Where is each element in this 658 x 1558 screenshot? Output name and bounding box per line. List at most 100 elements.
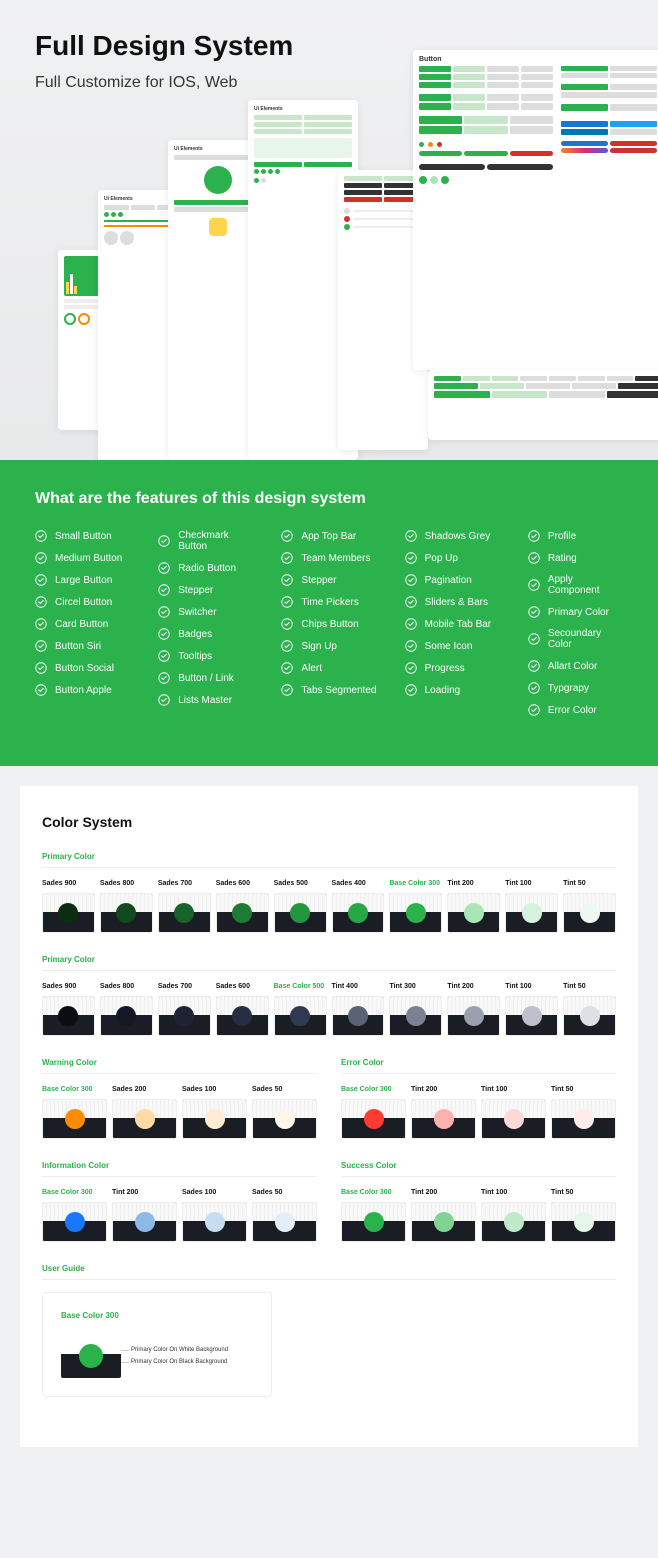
check-icon — [35, 596, 47, 608]
swatch-box — [252, 1202, 317, 1242]
swatch-box — [100, 996, 153, 1036]
feature-item: Card Button — [35, 618, 130, 630]
swatch-box — [158, 996, 211, 1036]
feature-label: Checkmark Button — [178, 530, 253, 552]
color-swatch: Tint 50 — [551, 1189, 616, 1242]
check-icon — [281, 618, 293, 630]
color-swatch: Sades 200 — [112, 1086, 177, 1139]
swatch-box — [341, 1099, 406, 1139]
check-icon — [158, 584, 170, 596]
check-icon — [158, 535, 170, 547]
feature-label: Loading — [425, 685, 461, 696]
section-label: User Guide — [42, 1264, 616, 1280]
swatch-label: Sades 800 — [100, 983, 153, 990]
color-swatch: Sades 50 — [252, 1189, 317, 1242]
swatch-box — [481, 1099, 546, 1139]
swatch-box — [481, 1202, 546, 1242]
check-icon — [405, 662, 417, 674]
check-icon — [528, 579, 540, 591]
swatch-box — [341, 1202, 406, 1242]
check-icon — [158, 606, 170, 618]
check-icon — [281, 684, 293, 696]
color-swatch: Tint 200 — [112, 1189, 177, 1242]
color-swatch: Tint 100 — [505, 880, 558, 933]
feature-item: Typgrapy — [528, 682, 623, 694]
feature-label: Card Button — [55, 619, 108, 630]
feature-item: Team Members — [281, 552, 376, 564]
color-swatch: Tint 50 — [563, 983, 616, 1036]
feature-label: Circel Button — [55, 597, 112, 608]
color-swatch: Sades 900 — [42, 983, 95, 1036]
mock-title: Ui Elements — [254, 106, 352, 112]
check-icon — [528, 530, 540, 542]
swatch-label: Sades 100 — [182, 1086, 247, 1093]
color-swatch: Tint 50 — [563, 880, 616, 933]
swatch-box — [332, 996, 385, 1036]
check-icon — [281, 552, 293, 564]
feature-item: Stepper — [158, 584, 253, 596]
feature-item: Button / Link — [158, 672, 253, 684]
swatch-label: Tint 50 — [551, 1086, 616, 1093]
swatch-label: Tint 50 — [563, 983, 616, 990]
color-swatch: Tint 200 — [447, 880, 500, 933]
feature-label: Pop Up — [425, 553, 458, 564]
section-label: Information Color — [42, 1161, 317, 1177]
swatch-label: Sades 700 — [158, 983, 211, 990]
feature-label: Pagination — [425, 575, 472, 586]
feature-item: Lists Master — [158, 694, 253, 706]
color-swatch: Base Color 300 — [341, 1086, 406, 1139]
feature-label: Some Icon — [425, 641, 473, 652]
color-swatch: Base Color 500 — [274, 983, 327, 1036]
swatch-box — [563, 893, 616, 933]
check-icon — [35, 684, 47, 696]
feature-item: Button Social — [35, 662, 130, 674]
feature-label: Allart Color — [548, 661, 597, 672]
feature-label: Rating — [548, 553, 577, 564]
section-label: Error Color — [341, 1058, 616, 1074]
color-swatch: Tint 400 — [332, 983, 385, 1036]
swatch-box — [551, 1099, 616, 1139]
feature-item: Circel Button — [35, 596, 130, 608]
feature-item: Tabs Segmented — [281, 684, 376, 696]
swatch-label: Sades 800 — [100, 880, 153, 887]
color-swatch: Tint 50 — [551, 1086, 616, 1139]
swatch-box — [563, 996, 616, 1036]
swatch-label: Tint 200 — [112, 1189, 177, 1196]
check-icon — [405, 574, 417, 586]
swatch-label: Tint 100 — [505, 983, 558, 990]
feature-item: Badges — [158, 628, 253, 640]
section-label: Success Color — [341, 1161, 616, 1177]
check-icon — [281, 640, 293, 652]
color-swatch: Base Color 300 — [389, 880, 442, 933]
feature-item: Stepper — [281, 574, 376, 586]
swatch-label: Sades 900 — [42, 880, 95, 887]
feature-label: Alert — [301, 663, 322, 674]
swatch-label: Tint 300 — [389, 983, 442, 990]
swatch-box — [411, 1202, 476, 1242]
swatch-label: Sades 500 — [274, 880, 327, 887]
error-color-section: Error Color Base Color 300Tint 200Tint 1… — [341, 1058, 616, 1139]
feature-item: Progress — [405, 662, 500, 674]
feature-label: Time Pickers — [301, 597, 358, 608]
warning-color-section: Warning Color Base Color 300Sades 200Sad… — [42, 1058, 317, 1139]
information-color-section: Information Color Base Color 300Tint 200… — [42, 1161, 317, 1242]
check-icon — [281, 662, 293, 674]
guide-card: Base Color 300 Primary Color On White Ba… — [42, 1292, 272, 1397]
feature-item: Button Siri — [35, 640, 130, 652]
color-swatch: Sades 100 — [182, 1086, 247, 1139]
feature-label: Typgrapy — [548, 683, 589, 694]
feature-item: Loading — [405, 684, 500, 696]
swatch-label: Sades 100 — [182, 1189, 247, 1196]
color-swatch: Sades 600 — [216, 983, 269, 1036]
check-icon — [281, 574, 293, 586]
feature-label: Profile — [548, 531, 576, 542]
feature-label: Radio Button — [178, 563, 236, 574]
feature-item: App Top Bar — [281, 530, 376, 542]
color-swatch: Sades 600 — [216, 880, 269, 933]
color-swatch: Sades 800 — [100, 880, 153, 933]
section-label: Warning Color — [42, 1058, 317, 1074]
color-swatch: Sades 50 — [252, 1086, 317, 1139]
check-icon — [528, 552, 540, 564]
swatch-box — [252, 1099, 317, 1139]
feature-item: Secoundary Color — [528, 628, 623, 650]
